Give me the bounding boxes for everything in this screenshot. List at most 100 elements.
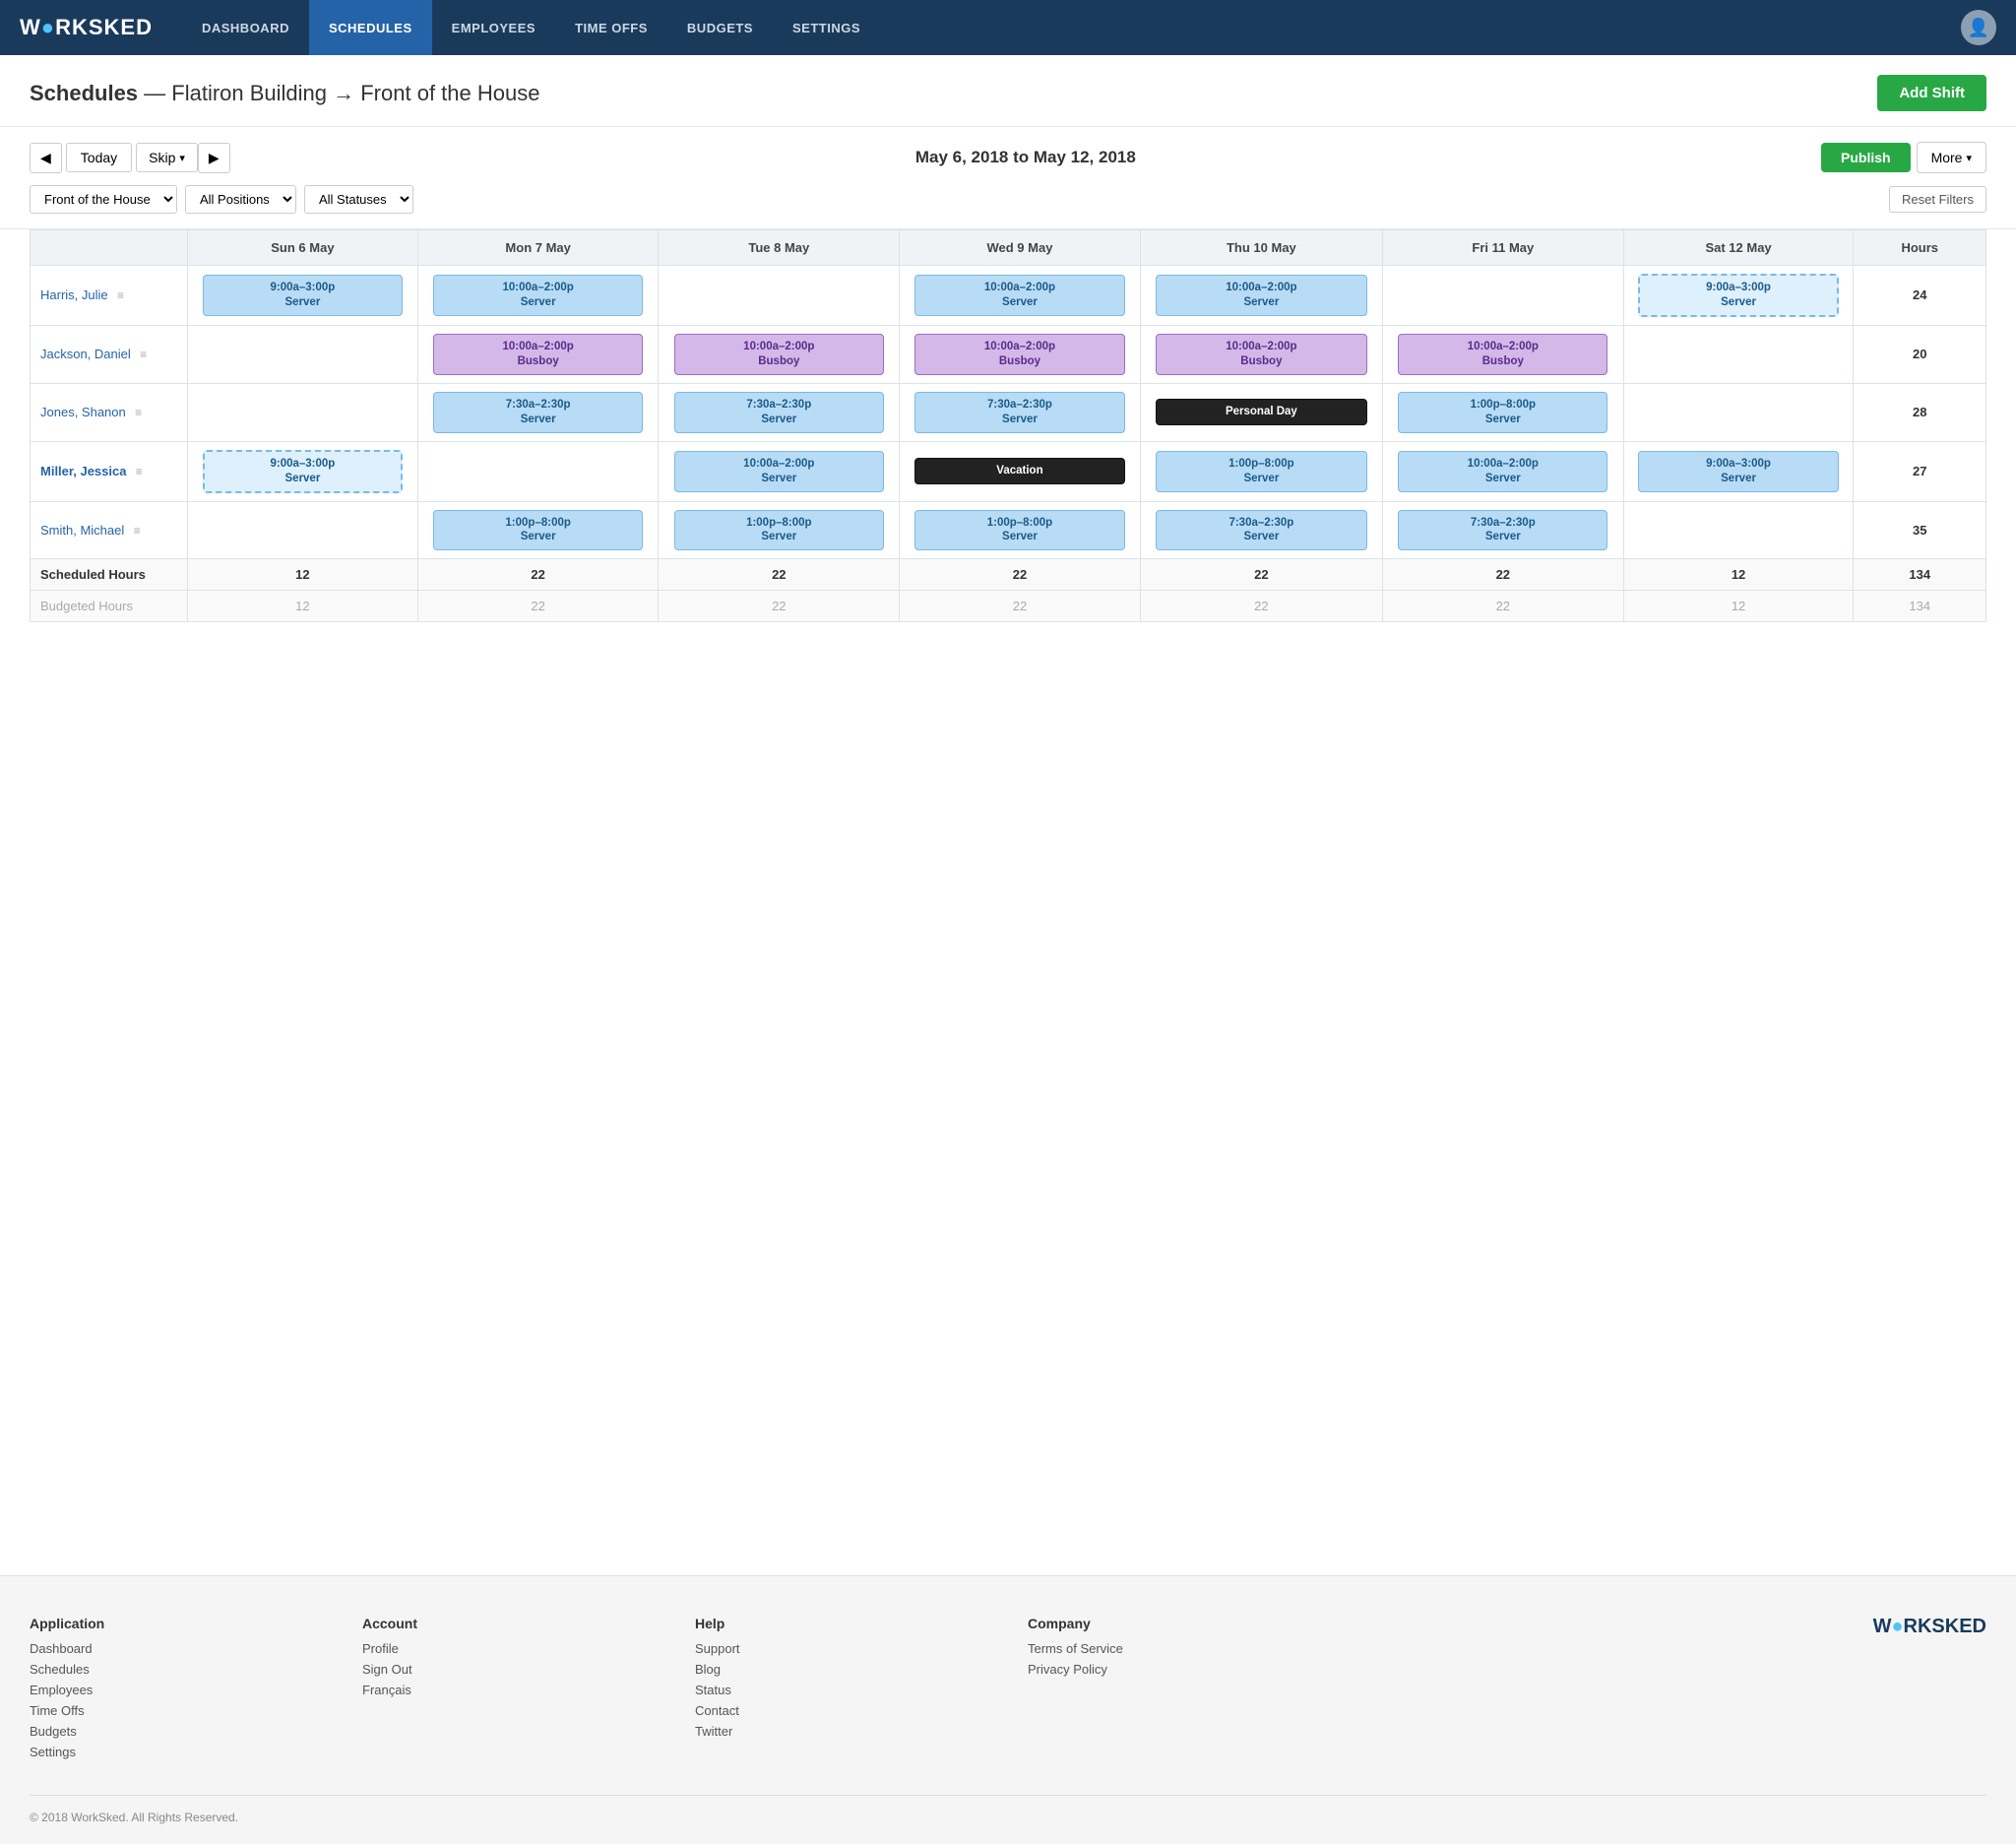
shift-block[interactable]: 7:30a–2:30pServer (674, 392, 884, 433)
shift-cell: 7:30a–2:30pServer (659, 383, 900, 441)
employee-name-link[interactable]: Smith, Michael (40, 523, 124, 538)
shift-block[interactable]: 10:00a–2:00pServer (1398, 451, 1607, 492)
nav-settings[interactable]: SETTINGS (773, 0, 880, 55)
location-filter[interactable]: Front of the House (30, 185, 177, 214)
shift-block[interactable]: 1:00p–8:00pServer (1398, 392, 1607, 433)
navbar: W●RKSKED DASHBOARD SCHEDULES EMPLOYEES T… (0, 0, 2016, 55)
main-content: Schedules — Flatiron Building → Front of… (0, 55, 2016, 1575)
employee-name-link[interactable]: Harris, Julie (40, 287, 108, 302)
drag-handle-icon: ≡ (132, 406, 142, 419)
main-nav: DASHBOARD SCHEDULES EMPLOYEES TIME OFFS … (182, 0, 1961, 55)
nav-timeoffs[interactable]: TIME OFFS (555, 0, 667, 55)
positions-filter[interactable]: All Positions (185, 185, 296, 214)
next-button[interactable]: ▶ (198, 143, 230, 173)
skip-button[interactable]: Skip (136, 143, 198, 172)
add-shift-button[interactable]: Add Shift (1877, 75, 1986, 111)
shift-cell: 7:30a–2:30pServer (1140, 501, 1382, 559)
shift-block[interactable]: 7:30a–2:30pServer (1156, 510, 1367, 551)
hours-cell: 35 (1854, 501, 1986, 559)
shift-cell: 7:30a–2:30pServer (900, 383, 1141, 441)
footer-link-twitter[interactable]: Twitter (695, 1724, 1008, 1739)
shift-cell: 1:00p–8:00pServer (417, 501, 659, 559)
footer-link-schedules[interactable]: Schedules (30, 1662, 343, 1677)
shift-cell: 1:00p–8:00pServer (659, 501, 900, 559)
col-header-hours: Hours (1854, 230, 1986, 266)
hours-cell: 27 (1854, 441, 1986, 501)
footer-link-tos[interactable]: Terms of Service (1028, 1641, 1341, 1656)
footer-link-budgets[interactable]: Budgets (30, 1724, 343, 1739)
date-range: May 6, 2018 to May 12, 2018 (230, 148, 1821, 167)
shift-block[interactable]: 9:00a–3:00pServer (203, 450, 403, 493)
shift-cell: 7:30a–2:30pServer (1382, 501, 1623, 559)
employee-name-link[interactable]: Jones, Shanon (40, 405, 126, 419)
shift-block[interactable]: 9:00a–3:00pServer (1638, 451, 1838, 492)
prev-button[interactable]: ◀ (30, 143, 62, 173)
shift-block[interactable]: Vacation (914, 458, 1124, 484)
footer-link-blog[interactable]: Blog (695, 1662, 1008, 1677)
footer-link-support[interactable]: Support (695, 1641, 1008, 1656)
shift-cell (417, 441, 659, 501)
footer-link-settings[interactable]: Settings (30, 1745, 343, 1759)
footer-link-dashboard[interactable]: Dashboard (30, 1641, 343, 1656)
shift-block[interactable]: 9:00a–3:00pServer (203, 275, 403, 316)
shift-cell: 10:00a–2:00pBusboy (417, 325, 659, 383)
footer-link-contact[interactable]: Contact (695, 1703, 1008, 1718)
employee-name-link[interactable]: Jackson, Daniel (40, 347, 131, 361)
budgeted-hours-value: 22 (1382, 591, 1623, 622)
footer-link-francais[interactable]: Français (362, 1683, 675, 1697)
more-button[interactable]: More (1917, 142, 1986, 173)
shift-cell (188, 325, 418, 383)
shift-block[interactable]: 1:00p–8:00pServer (674, 510, 884, 551)
shift-block[interactable]: 7:30a–2:30pServer (914, 392, 1124, 433)
footer-logo: W●RKSKED (1873, 1616, 1986, 1638)
avatar[interactable]: 👤 (1961, 10, 1996, 45)
shift-block[interactable]: 10:00a–2:00pServer (674, 451, 884, 492)
footer-link-profile[interactable]: Profile (362, 1641, 675, 1656)
shift-block[interactable]: 10:00a–2:00pBusboy (433, 334, 643, 375)
budgeted-hours-value: 12 (1623, 591, 1854, 622)
employee-name-cell: Jackson, Daniel ≡ (31, 325, 188, 383)
footer-link-status[interactable]: Status (695, 1683, 1008, 1697)
schedule-section: Sun 6 May Mon 7 May Tue 8 May Wed 9 May … (0, 229, 2016, 642)
today-button[interactable]: Today (66, 143, 132, 172)
shift-block[interactable]: 10:00a–2:00pServer (1156, 275, 1367, 316)
scheduled-hours-value: 22 (1382, 559, 1623, 591)
shift-cell: 1:00p–8:00pServer (1140, 441, 1382, 501)
shift-cell: 10:00a–2:00pBusboy (659, 325, 900, 383)
shift-block[interactable]: 7:30a–2:30pServer (1398, 510, 1607, 551)
shift-block[interactable]: 9:00a–3:00pServer (1638, 274, 1838, 317)
footer-link-privacy[interactable]: Privacy Policy (1028, 1662, 1341, 1677)
table-row: Harris, Julie ≡9:00a–3:00pServer10:00a–2… (31, 266, 1986, 326)
nav-schedules[interactable]: SCHEDULES (309, 0, 432, 55)
nav-employees[interactable]: EMPLOYEES (432, 0, 555, 55)
shift-block[interactable]: 1:00p–8:00pServer (433, 510, 643, 551)
shift-block[interactable]: 1:00p–8:00pServer (1156, 451, 1367, 492)
footer-col-application: Application Dashboard Schedules Employee… (30, 1616, 343, 1765)
reset-filters-button[interactable]: Reset Filters (1889, 186, 1986, 213)
controls-row2: Front of the House All Positions All Sta… (30, 185, 1986, 214)
shift-block[interactable]: 10:00a–2:00pBusboy (674, 334, 884, 375)
shift-block[interactable]: 1:00p–8:00pServer (914, 510, 1124, 551)
schedule-controls: ◀ Today Skip ▶ May 6, 2018 to May 12, 20… (0, 127, 2016, 229)
page-header: Schedules — Flatiron Building → Front of… (0, 55, 2016, 127)
shift-block[interactable]: Personal Day (1156, 399, 1367, 425)
shift-block[interactable]: 10:00a–2:00pServer (433, 275, 643, 316)
shift-block[interactable]: 10:00a–2:00pBusboy (1398, 334, 1607, 375)
statuses-filter[interactable]: All Statuses (304, 185, 413, 214)
nav-dashboard[interactable]: DASHBOARD (182, 0, 309, 55)
scheduled-hours-value: 12 (1623, 559, 1854, 591)
nav-budgets[interactable]: BUDGETS (667, 0, 773, 55)
footer-link-employees[interactable]: Employees (30, 1683, 343, 1697)
shift-block[interactable]: 10:00a–2:00pBusboy (1156, 334, 1367, 375)
table-row: Miller, Jessica ≡ 9:00a–3:00pServer 10:00a… (31, 441, 1986, 501)
employee-name-cell: Miller, Jessica ≡ (31, 441, 188, 501)
shift-cell: 10:00a–2:00pBusboy (900, 325, 1141, 383)
footer-link-signout[interactable]: Sign Out (362, 1662, 675, 1677)
shift-block[interactable]: 7:30a–2:30pServer (433, 392, 643, 433)
shift-block[interactable]: 10:00a–2:00pServer (914, 275, 1124, 316)
shift-block[interactable]: 10:00a–2:00pBusboy (914, 334, 1124, 375)
publish-button[interactable]: Publish (1821, 143, 1911, 172)
employee-name-link[interactable]: Miller, Jessica (40, 464, 126, 478)
shift-cell: 10:00a–2:00pBusboy (1140, 325, 1382, 383)
footer-link-timeoffs[interactable]: Time Offs (30, 1703, 343, 1718)
